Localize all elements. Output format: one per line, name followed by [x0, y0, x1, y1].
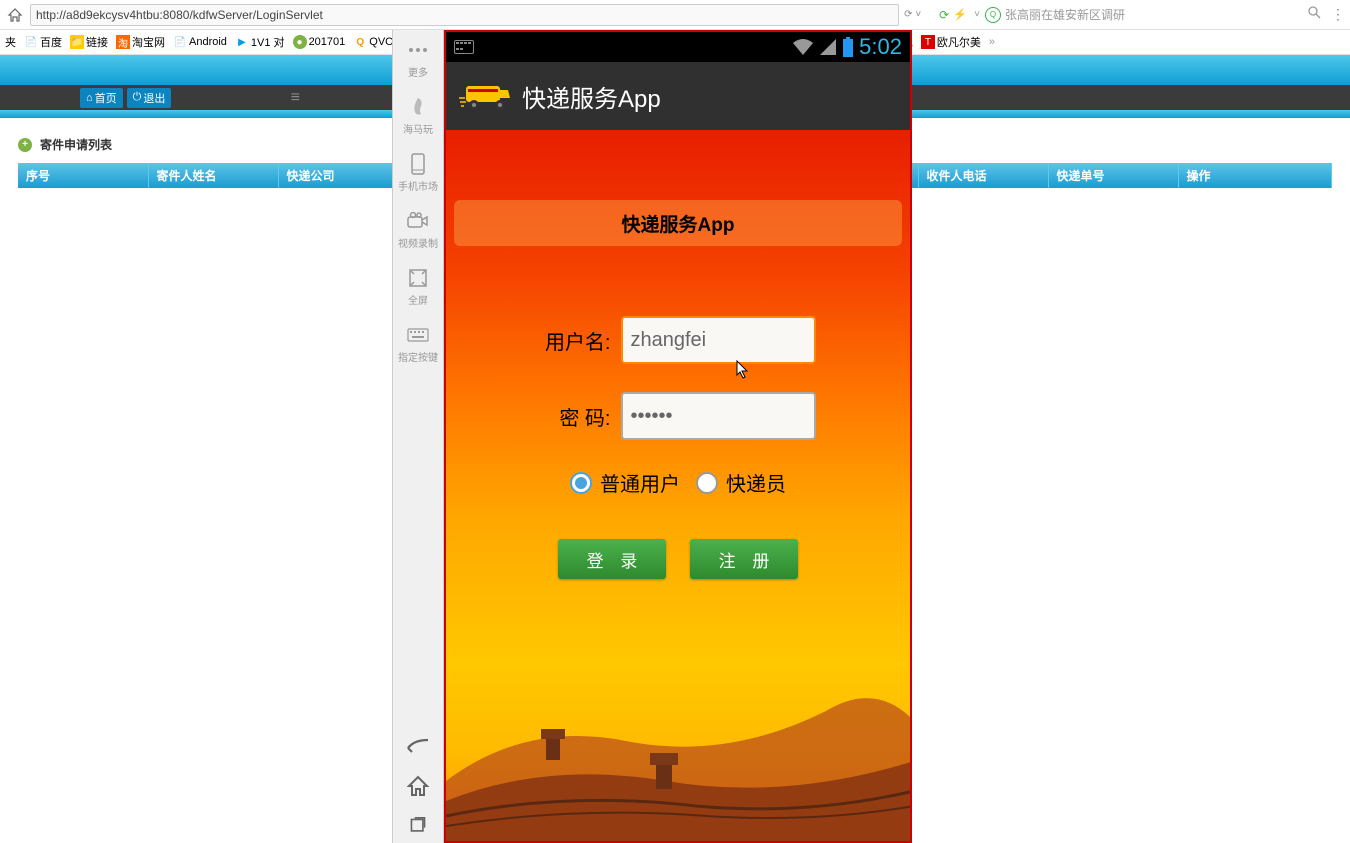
emu-label: 指定按键	[398, 349, 438, 364]
search-input[interactable]	[1005, 4, 1303, 26]
username-label: 用户名:	[541, 326, 611, 355]
bookmark-item[interactable]: 📄Android	[173, 35, 227, 49]
bookmark-item[interactable]: ▶1V1 对	[235, 34, 285, 50]
add-icon[interactable]: +	[18, 138, 32, 152]
emu-more[interactable]: 更多	[393, 30, 443, 87]
bookmark-item[interactable]: 夹	[5, 34, 16, 50]
emulator-sidebar: 更多 海马玩 手机市场 视频录制 全屏 指定按键	[392, 30, 444, 843]
search-icon[interactable]	[1307, 5, 1327, 25]
emu-record[interactable]: 视频录制	[393, 201, 443, 258]
truck-icon	[458, 78, 512, 114]
table-header: 收件人电话	[918, 163, 1048, 188]
radio-label: 快递员	[726, 468, 786, 497]
radio-normal-user[interactable]: 普通用户	[570, 468, 680, 497]
bolt-icon[interactable]: ⚡	[953, 8, 967, 21]
user-type-radio-group: 普通用户 快递员	[570, 468, 786, 497]
bookmark-more[interactable]: »	[989, 36, 995, 48]
emu-label: 海马玩	[403, 121, 433, 136]
refresh-dropdown-icon[interactable]: ⟳ ˅	[904, 9, 934, 20]
seahorse-icon	[406, 95, 430, 119]
username-row: 用户名:	[541, 316, 816, 364]
page-icon: 📄	[24, 35, 38, 49]
battery-icon	[842, 37, 854, 57]
signal-icon	[819, 38, 837, 56]
password-label: 密 码:	[541, 402, 611, 431]
search-engine-icon[interactable]: Q	[985, 7, 1001, 23]
radio-courier[interactable]: 快递员	[696, 468, 786, 497]
power-icon: ⏻	[133, 91, 142, 104]
emu-label: 视频录制	[398, 235, 438, 250]
list-title: 寄件申请列表	[40, 136, 112, 153]
reload-green-icon[interactable]: ⟳	[939, 8, 949, 22]
address-bar[interactable]: http://a8d9ekcysv4htbu:8080/kdfwServer/L…	[30, 4, 899, 26]
folder-icon: 📁	[70, 35, 84, 49]
emu-label: 手机市场	[398, 178, 438, 193]
android-recent-icon[interactable]	[404, 813, 432, 839]
bookmark-item[interactable]: 📄百度	[24, 34, 62, 50]
fullscreen-icon	[406, 266, 430, 290]
emu-haima[interactable]: 海马玩	[393, 87, 443, 144]
wifi-icon	[792, 38, 814, 56]
android-back-icon[interactable]	[404, 733, 432, 759]
menu-vertical-icon[interactable]: ⋮	[1331, 6, 1345, 23]
emu-fullscreen[interactable]: 全屏	[393, 258, 443, 315]
button-row: 登 录 注 册	[558, 539, 798, 579]
android-status-bar: 5:02	[446, 32, 910, 62]
bookmark-item[interactable]: 📁链接	[70, 34, 108, 50]
app-body: 快递服务App 用户名: 密 码: 普通用户 快递员	[446, 130, 910, 841]
page-icon: 📄	[173, 35, 187, 49]
table-header: 序号	[18, 163, 148, 188]
radio-label: 普通用户	[600, 468, 680, 497]
qvod-icon: Q	[353, 35, 367, 49]
taobao-icon: 淘	[116, 35, 130, 49]
emu-market[interactable]: 手机市场	[393, 144, 443, 201]
app-title: 快递服务App	[522, 79, 661, 114]
emu-label: 更多	[408, 64, 428, 79]
emu-label: 全屏	[408, 292, 428, 307]
login-button[interactable]: 登 录	[558, 539, 666, 579]
bookmark-item[interactable]: ●201701	[293, 35, 346, 49]
search-area: Q ⋮	[985, 4, 1345, 26]
browser-top-bar: http://a8d9ekcysv4htbu:8080/kdfwServer/L…	[0, 0, 1350, 30]
nav-home-button[interactable]: ⌂首页	[80, 88, 123, 108]
dropdown-icon[interactable]: ˅	[974, 9, 980, 20]
ime-icon	[454, 40, 474, 54]
android-home-icon[interactable]	[404, 773, 432, 799]
table-header: 操作	[1178, 163, 1332, 188]
home-icon[interactable]	[5, 5, 25, 25]
radio-icon	[570, 472, 592, 494]
keyboard-icon	[406, 323, 430, 347]
table-header: 快递单号	[1048, 163, 1178, 188]
phone-market-icon	[406, 152, 430, 176]
app-header: 快递服务App	[446, 62, 910, 130]
t-icon: T	[921, 35, 935, 49]
video-record-icon	[406, 209, 430, 233]
great-wall-decoration	[446, 661, 910, 841]
bookmark-item[interactable]: T欧凡尔美	[921, 34, 981, 50]
home-icon: ⌂	[86, 92, 93, 104]
password-row: 密 码:	[541, 392, 816, 440]
username-input[interactable]	[621, 316, 816, 364]
app-banner: 快递服务App	[454, 200, 902, 246]
radio-icon	[696, 472, 718, 494]
bookmark-item[interactable]: 淘淘宝网	[116, 34, 165, 50]
password-input[interactable]	[621, 392, 816, 440]
phone-screen: 5:02 快递服务App 快递服务App 用户名: 密 码:	[444, 30, 912, 843]
status-time: 5:02	[859, 34, 902, 60]
nav-exit-button[interactable]: ⏻退出	[127, 88, 172, 108]
play-icon: ▶	[235, 35, 249, 49]
table-header: 寄件人姓名	[148, 163, 278, 188]
emu-keys[interactable]: 指定按键	[393, 315, 443, 372]
register-button[interactable]: 注 册	[690, 539, 798, 579]
dot-icon: ●	[293, 35, 307, 49]
nav-menu-icon[interactable]: ≡	[291, 89, 300, 107]
more-dots-icon	[406, 38, 430, 62]
